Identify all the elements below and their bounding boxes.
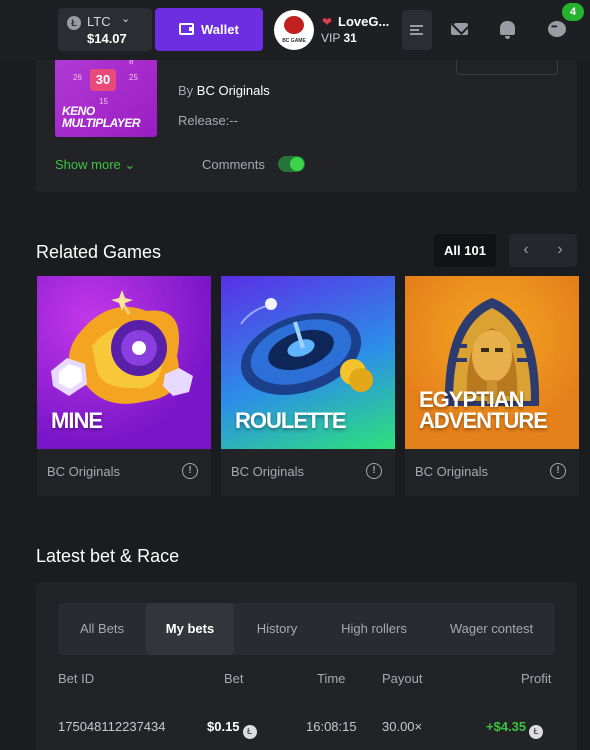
menu-button[interactable] bbox=[402, 10, 432, 50]
top-bar: Ł LTC ⌄ $14.07 Wallet BC GAME ❤ LoveG...… bbox=[0, 0, 590, 60]
notification-badge: 4 bbox=[562, 3, 584, 21]
tab-wager-contest[interactable]: Wager contest bbox=[428, 603, 555, 655]
game-provider: By BC Originals bbox=[178, 83, 270, 98]
tab-my-bets[interactable]: My bets bbox=[146, 603, 234, 655]
column-header-bet: Bet bbox=[224, 671, 244, 686]
game-title-line: EGYPTIAN bbox=[419, 387, 524, 412]
game-card-egyptian-adventure[interactable]: EGYPTIAN ADVENTURE BC Originals ! bbox=[405, 276, 579, 496]
keno-number: 25 bbox=[129, 73, 138, 82]
chat-icon[interactable] bbox=[548, 21, 566, 37]
egyptian-adventure-game-image: EGYPTIAN ADVENTURE bbox=[405, 276, 579, 449]
latest-bets-title: Latest bet & Race bbox=[36, 546, 180, 566]
bets-tabs: All Bets My bets History High rollers Wa… bbox=[58, 603, 555, 655]
game-title: EGYPTIAN ADVENTURE bbox=[419, 387, 548, 433]
balance-selector[interactable]: Ł LTC ⌄ $14.07 bbox=[58, 8, 152, 51]
column-header-bet-id: Bet ID bbox=[58, 671, 95, 686]
column-header-time: Time bbox=[317, 671, 346, 686]
thumbnail-title: KENO MULTIPLAYER bbox=[62, 105, 141, 130]
game-title: ROULETTE bbox=[235, 408, 347, 433]
game-provider: BC Originals bbox=[231, 464, 304, 479]
release-date: Release:-- bbox=[178, 113, 238, 128]
vip-label: VIP bbox=[321, 31, 341, 45]
avatar[interactable]: BC GAME bbox=[274, 10, 314, 50]
game-thumbnail: 26 30 25 15 8 KENO MULTIPLAYER bbox=[55, 47, 157, 137]
tab-high-rollers[interactable]: High rollers bbox=[320, 603, 428, 655]
info-icon[interactable]: ! bbox=[182, 463, 198, 479]
vip-number: 31 bbox=[343, 31, 357, 45]
chevron-right-icon: › bbox=[557, 241, 563, 258]
bet-amount: $0.15 bbox=[207, 719, 240, 734]
game-provider: BC Originals bbox=[415, 464, 488, 479]
tab-history[interactable]: History bbox=[234, 603, 320, 655]
vip-level: VIP 31 bbox=[321, 31, 357, 45]
provider-prefix: By bbox=[178, 83, 194, 98]
column-header-profit: Profit bbox=[521, 671, 552, 686]
bets-panel: All Bets My bets History High rollers Wa… bbox=[36, 582, 577, 750]
list-icon bbox=[410, 25, 423, 35]
time-cell: 16:08:15 bbox=[306, 719, 357, 734]
next-button[interactable]: › bbox=[543, 234, 577, 267]
related-games-title: Related Games bbox=[36, 242, 162, 262]
comments-label: Comments bbox=[202, 157, 265, 172]
game-card-mine[interactable]: MINE BC Originals ! bbox=[37, 276, 211, 496]
mine-game-image: MINE bbox=[37, 276, 211, 449]
column-header-payout: Payout bbox=[382, 671, 423, 686]
balance-amount: $14.07 bbox=[87, 31, 127, 46]
provider-name[interactable]: BC Originals bbox=[197, 83, 270, 98]
bet-cell: $0.15 Ł bbox=[207, 719, 257, 739]
game-provider: BC Originals bbox=[47, 464, 120, 479]
bet-id-cell: 175048112237434 bbox=[58, 719, 166, 734]
wallet-label: Wallet bbox=[201, 22, 239, 37]
ltc-coin-icon: Ł bbox=[529, 725, 544, 739]
heart-icon: ❤ bbox=[322, 15, 333, 29]
game-card-roulette[interactable]: ROULETTE BC Originals ! bbox=[221, 276, 395, 496]
bell-icon[interactable] bbox=[500, 21, 515, 39]
avatar-text: BC GAME bbox=[282, 38, 306, 44]
wallet-icon bbox=[179, 23, 194, 35]
profit-cell: +$4.35 Ł bbox=[486, 719, 544, 739]
payout-cell: 30.00× bbox=[382, 719, 423, 734]
info-icon[interactable]: ! bbox=[366, 463, 382, 479]
keno-number-highlight: 30 bbox=[90, 69, 116, 91]
game-info-card: 26 30 25 15 8 KENO MULTIPLAYER By BC Ori… bbox=[36, 40, 577, 192]
show-more-label: Show more bbox=[55, 157, 121, 172]
show-more-link[interactable]: Show more ⌄ bbox=[55, 157, 135, 173]
username[interactable]: LoveG... bbox=[338, 14, 389, 29]
all-games-button[interactable]: All 101 bbox=[434, 234, 496, 267]
ltc-coin-icon: Ł bbox=[67, 16, 81, 30]
thumbnail-title-line: MULTIPLAYER bbox=[62, 116, 141, 130]
avatar-image bbox=[284, 16, 304, 34]
previous-button[interactable]: ‹ bbox=[509, 234, 543, 267]
keno-number: 26 bbox=[73, 73, 82, 82]
tab-all-bets[interactable]: All Bets bbox=[58, 603, 146, 655]
mail-icon[interactable] bbox=[451, 23, 468, 35]
roulette-game-image: ROULETTE bbox=[221, 276, 395, 449]
wallet-button[interactable]: Wallet bbox=[155, 8, 263, 51]
ltc-coin-icon: Ł bbox=[242, 725, 257, 739]
chevron-down-icon: ⌄ bbox=[124, 157, 136, 172]
currency-label: LTC bbox=[87, 14, 111, 29]
profit-amount: +$4.35 bbox=[486, 719, 527, 734]
chevron-left-icon: ‹ bbox=[523, 241, 529, 258]
game-title-line: ADVENTURE bbox=[419, 408, 548, 433]
chevron-down-icon: ⌄ bbox=[121, 13, 131, 25]
info-icon[interactable]: ! bbox=[550, 463, 566, 479]
comments-toggle[interactable] bbox=[278, 156, 305, 172]
game-title: MINE bbox=[51, 408, 103, 433]
